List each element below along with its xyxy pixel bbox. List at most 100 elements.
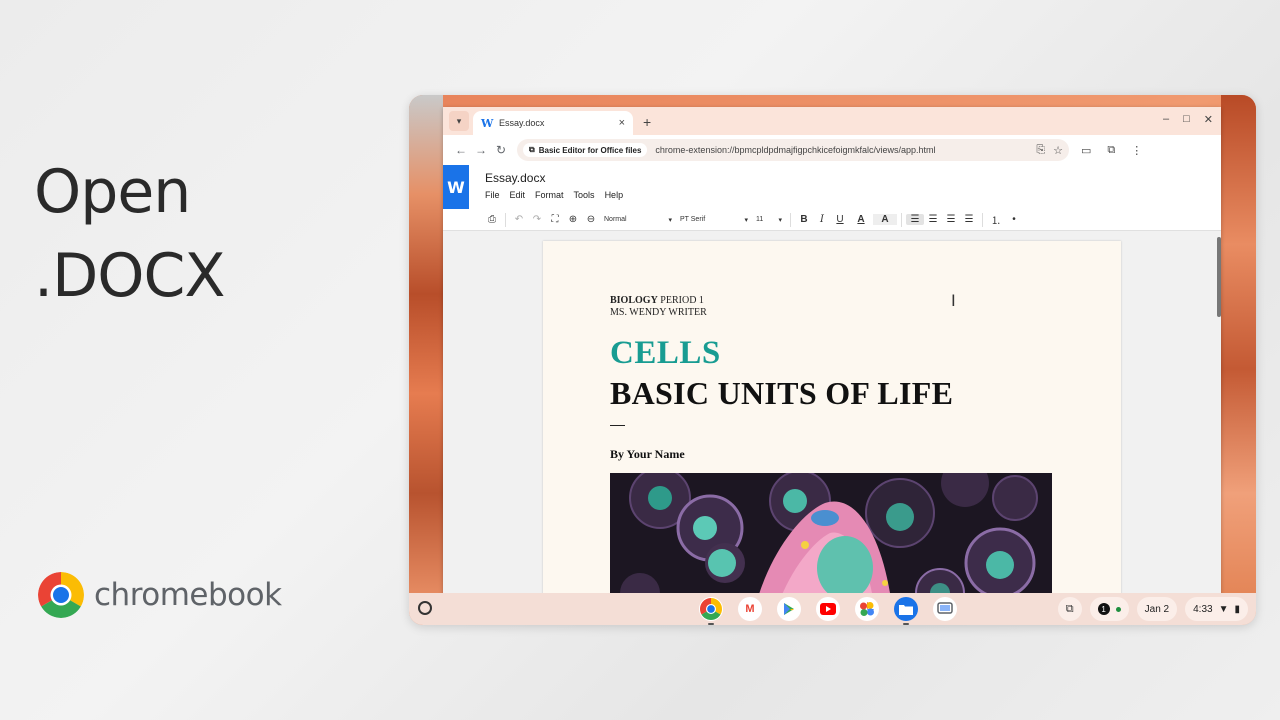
youtube-app-icon[interactable] — [816, 597, 840, 621]
chromebook-screen: ▾ W Essay.docx × + – □ ✕ ← → ↻ ⧉ Basic E… — [409, 95, 1256, 625]
font-family-value: PT Serif — [680, 215, 706, 223]
menu-format[interactable]: Format — [535, 190, 564, 200]
font-size-select[interactable]: 11 ▾ — [752, 216, 786, 224]
url-text[interactable]: chrome-extension://bpmcpldpdmajfigpchkic… — [655, 145, 1028, 155]
chrome-app-icon[interactable] — [699, 597, 723, 625]
doc-header-teacher: MS. WENDY WRITER — [610, 307, 707, 318]
menu-help[interactable]: Help — [605, 190, 624, 200]
holding-space-icon[interactable]: ⧉ — [1057, 597, 1082, 621]
font-size-value: 11 — [756, 215, 764, 223]
paragraph-style-select[interactable]: Normal ▾ — [600, 216, 676, 224]
align-center-icon[interactable]: ☰ — [924, 214, 942, 225]
extension-chip-label: Basic Editor for Office files — [538, 145, 642, 155]
chromebook-brand: chromebook — [38, 572, 282, 618]
scrollbar-thumb[interactable] — [1217, 237, 1221, 317]
omnibox[interactable]: ⧉ Basic Editor for Office files chrome-e… — [517, 139, 1069, 161]
files-app-icon[interactable] — [894, 597, 918, 625]
chevron-down-icon: ▾ — [456, 115, 462, 126]
notification-pill[interactable]: 1 — [1089, 597, 1129, 621]
menu-edit[interactable]: Edit — [510, 190, 526, 200]
puzzle-icon: ⧉ — [529, 145, 535, 154]
cell-illustration[interactable] — [610, 473, 1052, 605]
underline-button[interactable]: U — [831, 214, 849, 225]
tab-title: Essay.docx — [499, 118, 545, 128]
reload-button[interactable]: ↻ — [491, 143, 511, 157]
date-tray[interactable]: Jan 2 — [1136, 597, 1178, 621]
install-app-icon[interactable]: ⎘ — [1036, 144, 1045, 157]
doc-byline: By Your Name — [610, 447, 685, 461]
running-indicator — [903, 623, 909, 625]
headline-line-1: Open — [34, 157, 191, 227]
document-page[interactable]: BIOLOGY PERIOD 1 MS. WENDY WRITER CELLS … — [543, 241, 1121, 605]
tab-bar: ▾ W Essay.docx × + – □ ✕ — [443, 107, 1221, 135]
bold-button[interactable]: B — [795, 214, 813, 225]
bookmark-star-icon[interactable]: ☆ — [1053, 144, 1063, 157]
maximize-button[interactable]: □ — [1183, 113, 1190, 126]
numbered-list-icon[interactable]: ⒈ — [987, 212, 1005, 227]
browser-toolbar: ← → ↻ ⧉ Basic Editor for Office files ch… — [443, 135, 1221, 165]
format-toolbar: ⎙ ↶ ↷ ⛶ ⊕ ⊖ Normal ▾ PT Serif ▾ 11 ▾ B I U … — [443, 209, 1221, 231]
bulleted-list-icon[interactable]: • — [1005, 214, 1023, 225]
wallpaper-building-right — [1221, 95, 1256, 593]
back-button[interactable]: ← — [451, 143, 471, 157]
zoom-in-icon[interactable]: ⊕ — [564, 214, 582, 225]
brand-name: chromebook — [94, 577, 282, 613]
align-right-icon[interactable]: ☰ — [942, 214, 960, 225]
extension-chip[interactable]: ⧉ Basic Editor for Office files — [523, 143, 648, 157]
redo-icon[interactable]: ↷ — [528, 214, 546, 225]
screenshot-app-icon[interactable] — [933, 597, 957, 621]
tab-essay[interactable]: W Essay.docx × — [473, 111, 633, 135]
print-icon[interactable]: ⎙ — [483, 214, 501, 225]
doc-header-subject: BIOLOGY — [610, 295, 658, 306]
photos-app-icon[interactable] — [855, 597, 879, 621]
window-controls: – □ ✕ — [1163, 113, 1213, 126]
align-justify-icon[interactable]: ☰ — [960, 214, 978, 225]
document-name[interactable]: Essay.docx — [485, 171, 545, 185]
fit-page-icon[interactable]: ⛶ — [546, 214, 564, 225]
font-family-select[interactable]: PT Serif ▾ — [676, 216, 752, 224]
menu-tools[interactable]: Tools — [574, 190, 595, 200]
headline-line-2: .DOCX — [34, 241, 225, 311]
status-dot — [1115, 606, 1121, 612]
chrome-logo-icon — [38, 572, 84, 618]
battery-icon: ▮ — [1234, 603, 1240, 615]
chevron-down-icon: ▾ — [744, 216, 748, 224]
new-tab-button[interactable]: + — [643, 114, 651, 130]
quick-settings[interactable]: 4:33 ▼ ▮ — [1185, 597, 1248, 621]
zoom-out-icon[interactable]: ⊖ — [582, 214, 600, 225]
editor-header: W Essay.docx File Edit Format Tools Help — [443, 165, 1221, 209]
doc-title: CELLS — [610, 335, 721, 371]
running-indicator — [708, 623, 714, 625]
highlight-color-button[interactable]: A — [873, 214, 897, 225]
divider — [505, 212, 506, 227]
play-store-app-icon[interactable] — [777, 597, 801, 621]
vertical-scrollbar[interactable] — [1217, 231, 1221, 605]
launcher-button[interactable] — [418, 601, 432, 615]
forward-button[interactable]: → — [471, 143, 491, 157]
shelf-apps: M — [699, 597, 957, 625]
divider — [982, 212, 983, 227]
date-text: Jan 2 — [1144, 603, 1170, 615]
close-window-button[interactable]: ✕ — [1204, 113, 1213, 126]
italic-button[interactable]: I — [813, 214, 831, 225]
cast-icon[interactable]: ▭ — [1081, 144, 1091, 157]
browser-window: ▾ W Essay.docx × + – □ ✕ ← → ↻ ⧉ Basic E… — [443, 107, 1221, 605]
word-doc-icon: W — [481, 117, 494, 130]
text-color-button[interactable]: A — [849, 214, 873, 225]
tab-search-button[interactable]: ▾ — [449, 111, 469, 131]
undo-icon[interactable]: ↶ — [510, 214, 528, 225]
align-left-icon[interactable]: ☰ — [906, 214, 924, 225]
time-text: 4:33 — [1193, 603, 1213, 615]
more-menu-icon[interactable]: ⋮ — [1131, 144, 1142, 157]
menu-file[interactable]: File — [485, 190, 500, 200]
gmail-app-icon[interactable]: M — [738, 597, 762, 621]
minimize-button[interactable]: – — [1163, 113, 1169, 126]
menu-bar: File Edit Format Tools Help — [485, 190, 623, 200]
notification-count: 1 — [1097, 603, 1110, 615]
extensions-icon[interactable]: ⧉ — [1107, 144, 1115, 157]
close-tab-icon[interactable]: × — [619, 117, 625, 129]
chromeos-shelf: M ⧉ 1 Jan 2 4:33 ▼ ▮ — [409, 593, 1256, 625]
toolbar-right: ▭ ⧉ ⋮ — [1081, 144, 1142, 157]
wifi-icon: ▼ — [1218, 603, 1229, 615]
doc-rule — [610, 425, 625, 426]
